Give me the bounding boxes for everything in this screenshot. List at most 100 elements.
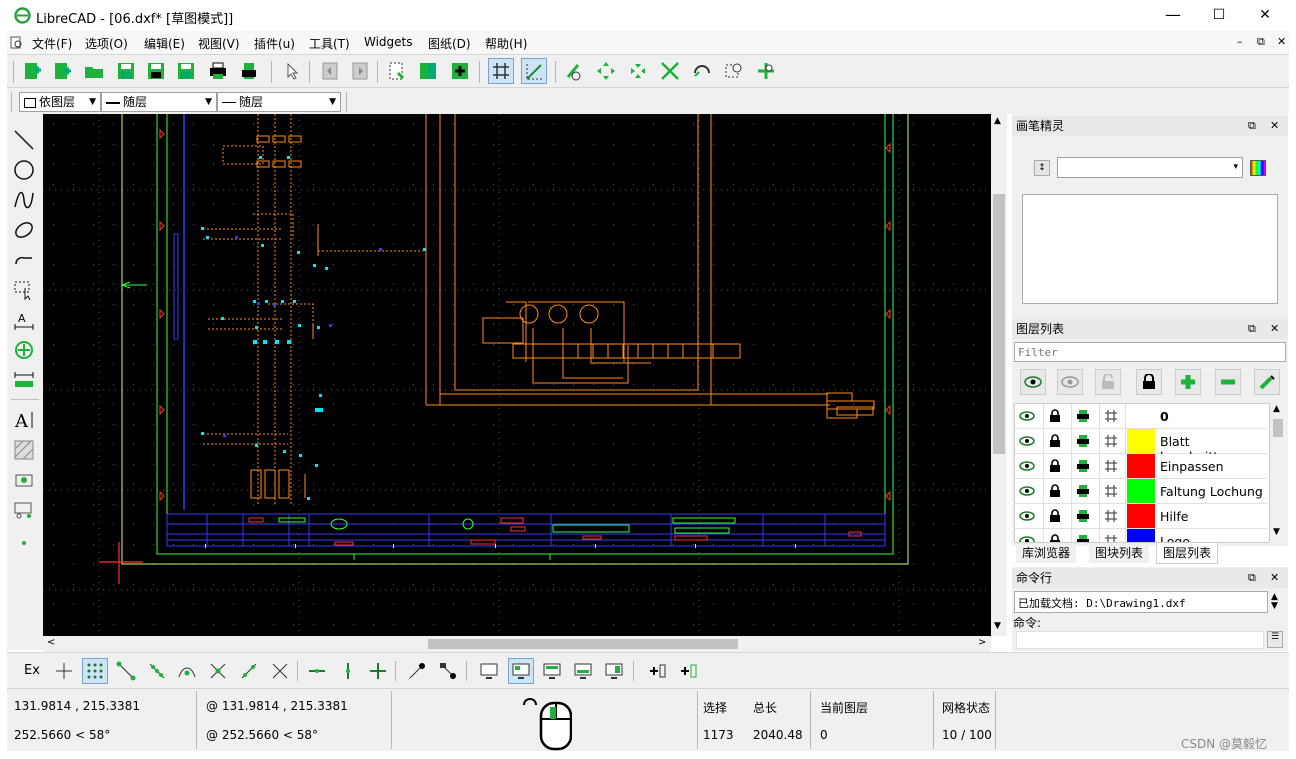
text-tool-icon[interactable]: A bbox=[10, 406, 38, 434]
print-icon[interactable] bbox=[1075, 433, 1091, 449]
print-icon[interactable] bbox=[1075, 533, 1091, 542]
menu-widgets[interactable]: Widgets bbox=[364, 35, 413, 49]
print-preview-button[interactable] bbox=[237, 58, 263, 84]
color-palette-icon[interactable] bbox=[1250, 160, 1266, 176]
lock-icon[interactable] bbox=[1047, 408, 1063, 424]
float-icon[interactable]: ⧉ bbox=[1248, 568, 1256, 588]
visibility-eye-icon[interactable] bbox=[1019, 533, 1035, 542]
zoom-previous-button[interactable] bbox=[689, 58, 715, 84]
layer-filter-input[interactable] bbox=[1014, 342, 1286, 362]
paste-button[interactable] bbox=[447, 58, 473, 84]
lock-icon[interactable] bbox=[1047, 458, 1063, 474]
canvas-horizontal-scrollbar[interactable]: < > bbox=[43, 636, 991, 652]
scroll-down-icon[interactable]: ▼ bbox=[1273, 527, 1280, 537]
construction-hash-icon[interactable] bbox=[1103, 533, 1119, 542]
unlock-all-button[interactable] bbox=[1095, 369, 1121, 395]
pen-wizard-combo[interactable]: ▾ bbox=[1057, 157, 1243, 178]
close-icon[interactable]: ✕ bbox=[1270, 568, 1279, 588]
scroll-left-icon[interactable]: < bbox=[47, 637, 55, 648]
mdi-close-button[interactable]: ✕ bbox=[1277, 35, 1286, 48]
layer-table-scrollbar[interactable]: ▲ ▼ bbox=[1270, 403, 1286, 543]
draft-mode-button[interactable] bbox=[521, 58, 547, 84]
linetype-combo[interactable]: 随层 ▼ bbox=[217, 92, 341, 112]
scroll-down-icon[interactable]: ▼ bbox=[994, 621, 1001, 631]
undo-button[interactable] bbox=[317, 58, 343, 84]
hide-all-layers-button[interactable] bbox=[1057, 369, 1083, 395]
zoom-auto-button[interactable] bbox=[657, 58, 683, 84]
new-file-button[interactable] bbox=[19, 58, 45, 84]
width-combo[interactable]: 随层 ▼ bbox=[101, 92, 217, 112]
maximize-button[interactable]: ☐ bbox=[1196, 0, 1242, 31]
close-icon[interactable]: ✕ bbox=[1270, 319, 1279, 339]
save-all-button[interactable] bbox=[173, 58, 199, 84]
lock-all-button[interactable] bbox=[1136, 369, 1162, 395]
menu-options[interactable]: 选项(O) bbox=[85, 35, 128, 52]
ellipse-tool-icon[interactable] bbox=[10, 216, 38, 244]
view-3-icon[interactable] bbox=[539, 658, 565, 684]
print-icon[interactable] bbox=[1075, 508, 1091, 524]
snap-free-icon[interactable] bbox=[51, 658, 77, 684]
modify-tool-icon[interactable] bbox=[10, 336, 38, 364]
select-tool-icon[interactable] bbox=[10, 276, 38, 304]
restrict-orthogonal-icon[interactable] bbox=[365, 658, 391, 684]
construction-hash-icon[interactable] bbox=[1103, 433, 1119, 449]
scroll-right-icon[interactable]: > bbox=[978, 637, 986, 648]
close-icon[interactable]: ✕ bbox=[1270, 116, 1279, 136]
mdi-minimize-button[interactable]: – bbox=[1237, 35, 1243, 48]
print-button[interactable] bbox=[205, 58, 231, 84]
zoom-out-button[interactable] bbox=[625, 58, 651, 84]
add-layer-button[interactable] bbox=[1175, 369, 1201, 395]
image-tool-icon[interactable] bbox=[10, 466, 38, 494]
snap-on-entity-icon[interactable] bbox=[144, 658, 170, 684]
tab-block-list[interactable]: 图块列表 bbox=[1089, 543, 1150, 563]
zoom-in-button[interactable] bbox=[593, 58, 619, 84]
edit-layer-button[interactable] bbox=[1254, 369, 1280, 395]
block-tool-icon[interactable] bbox=[10, 496, 38, 524]
canvas-vertical-scrollbar[interactable]: ▲ ▼ bbox=[991, 114, 1007, 636]
lock-icon[interactable] bbox=[1047, 508, 1063, 524]
layer-row[interactable]: 0 bbox=[1015, 404, 1267, 429]
lock-icon[interactable] bbox=[1047, 433, 1063, 449]
snap-grid-icon[interactable] bbox=[82, 658, 108, 684]
visibility-eye-icon[interactable] bbox=[1019, 408, 1035, 424]
print-icon[interactable] bbox=[1075, 408, 1091, 424]
menu-drawing[interactable]: 图纸(D) bbox=[428, 35, 471, 52]
redraw-button[interactable] bbox=[560, 58, 586, 84]
show-all-layers-button[interactable] bbox=[1020, 369, 1046, 395]
save-as-button[interactable] bbox=[143, 58, 169, 84]
visibility-eye-icon[interactable] bbox=[1019, 433, 1035, 449]
history-scroll-icon[interactable]: ▲ ▼ bbox=[1271, 593, 1278, 611]
pen-wizard-list[interactable] bbox=[1022, 194, 1278, 304]
scroll-thumb[interactable] bbox=[993, 194, 1005, 454]
menu-plugins[interactable]: 插件(u) bbox=[254, 35, 295, 52]
grid-toggle-button[interactable] bbox=[488, 58, 514, 84]
snap-middle-icon[interactable] bbox=[205, 658, 231, 684]
construction-hash-icon[interactable] bbox=[1103, 508, 1119, 524]
construction-hash-icon[interactable] bbox=[1103, 483, 1119, 499]
hatch-tool-icon[interactable] bbox=[10, 436, 38, 464]
menu-file[interactable]: 文件(F) bbox=[32, 35, 72, 52]
menu-tools[interactable]: 工具(T) bbox=[309, 35, 350, 52]
line-tool-icon[interactable] bbox=[10, 126, 38, 154]
visibility-eye-icon[interactable] bbox=[1019, 508, 1035, 524]
layer-row[interactable]: Logo bbox=[1015, 529, 1267, 542]
construction-hash-icon[interactable] bbox=[1103, 408, 1119, 424]
polyline-tool-icon[interactable] bbox=[10, 246, 38, 274]
add-named-view-icon[interactable] bbox=[675, 658, 701, 684]
redo-button[interactable] bbox=[347, 58, 373, 84]
mdi-restore-button[interactable]: ⧉ bbox=[1257, 35, 1265, 49]
scroll-thumb[interactable] bbox=[1273, 419, 1283, 437]
remove-layer-button[interactable] bbox=[1215, 369, 1241, 395]
menu-help[interactable]: 帮助(H) bbox=[485, 35, 527, 52]
zoom-pan-button[interactable] bbox=[753, 58, 779, 84]
construction-hash-icon[interactable] bbox=[1103, 458, 1119, 474]
layer-row[interactable]: Faltung Lochung bbox=[1015, 479, 1267, 504]
snap-center-icon[interactable] bbox=[174, 658, 200, 684]
scroll-up-icon[interactable]: ▲ bbox=[994, 116, 1001, 126]
snap-free-button[interactable]: Ex bbox=[24, 663, 40, 678]
sort-button[interactable]: ↕ bbox=[1034, 160, 1050, 176]
snap-endpoint-icon[interactable] bbox=[113, 658, 139, 684]
lock-relative-zero-icon[interactable] bbox=[435, 658, 461, 684]
view-4-icon[interactable] bbox=[570, 658, 596, 684]
lock-icon[interactable] bbox=[1047, 483, 1063, 499]
